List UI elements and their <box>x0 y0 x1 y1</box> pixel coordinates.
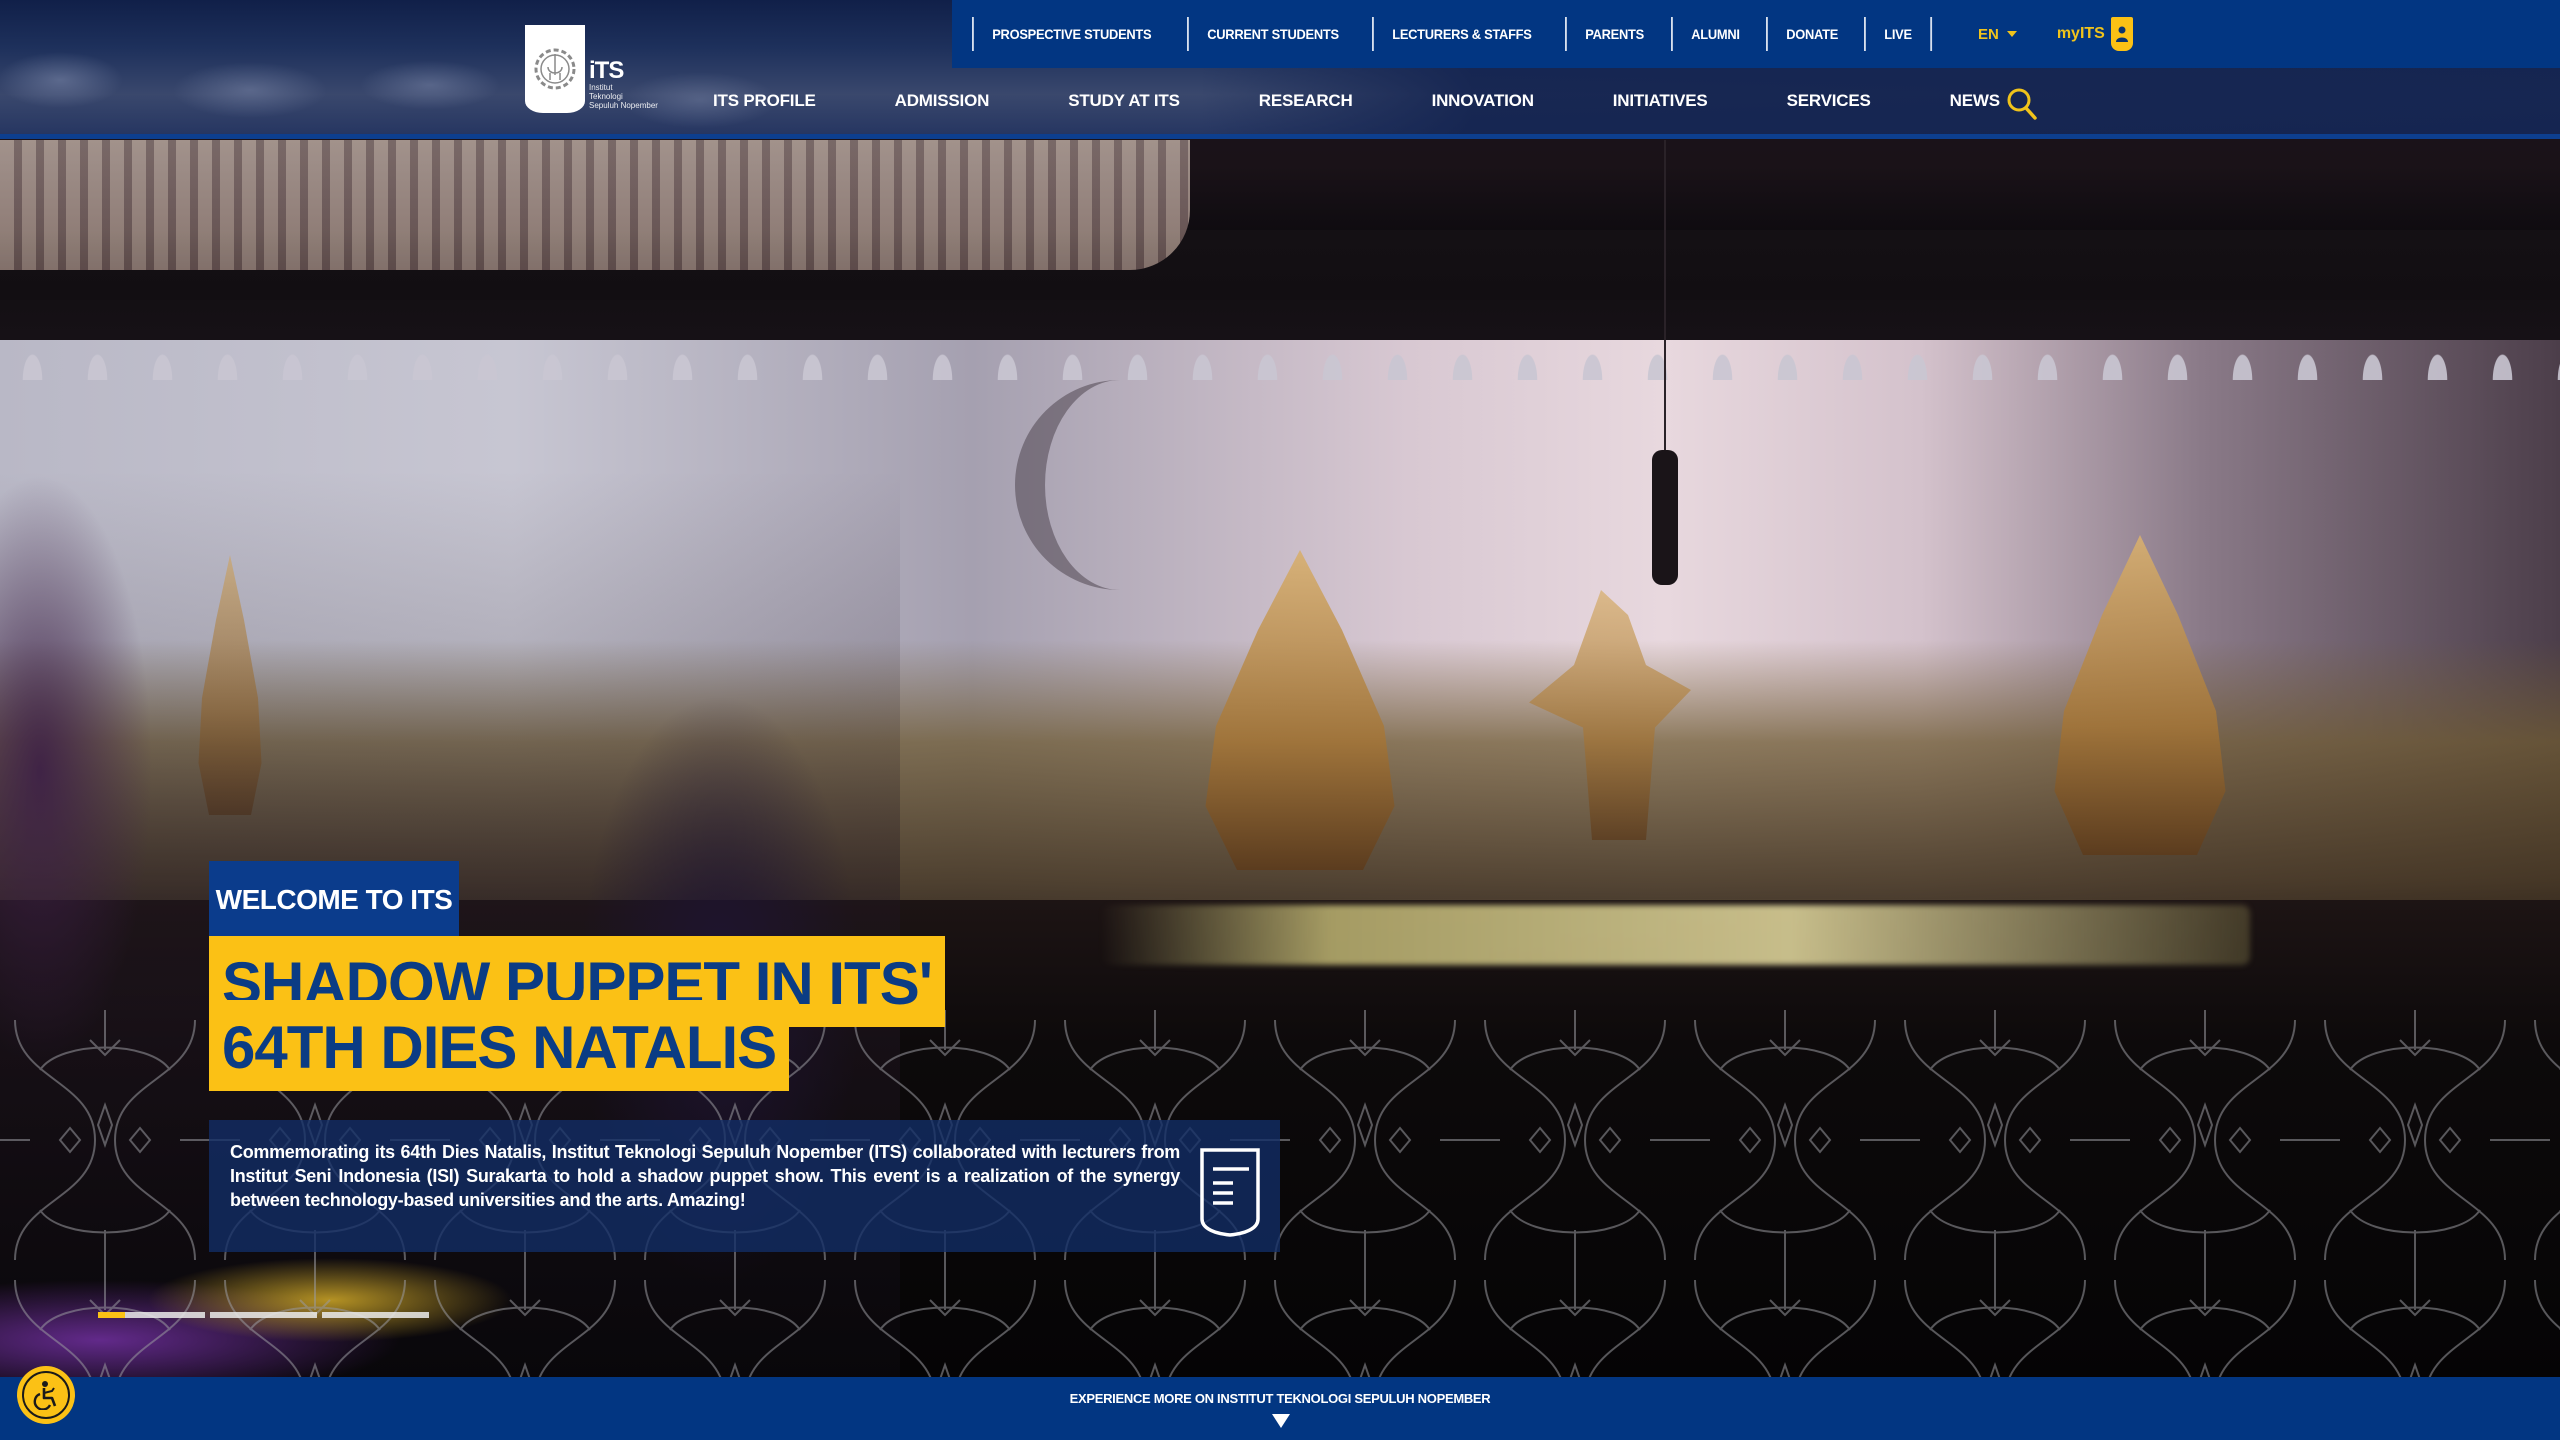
its-logo[interactable]: iTS Institut Teknologi Sepuluh Nopember <box>525 25 670 113</box>
link-prospective-students[interactable]: PROSPECTIVE STUDENTS <box>972 17 1170 51</box>
link-live[interactable]: LIVE <box>1864 17 1933 51</box>
photo-curtain <box>0 300 2560 340</box>
scroll-down-arrow-icon[interactable] <box>1272 1414 1290 1428</box>
its-emblem-icon <box>525 25 585 113</box>
wheelchair-icon <box>33 1381 57 1410</box>
utility-nav: PROSPECTIVE STUDENTS CURRENT STUDENTS LE… <box>952 0 2560 68</box>
hero-description: Commemorating its 64th Dies Natalis, Ins… <box>230 1142 1180 1210</box>
nav-admission[interactable]: ADMISSION <box>895 91 990 111</box>
search-icon <box>2007 88 2037 120</box>
accessibility-button[interactable] <box>17 1366 75 1424</box>
explore-bar: EXPERIENCE MORE ON INSTITUT TEKNOLOGI SE… <box>0 1377 2560 1440</box>
accessibility-ring <box>22 1371 70 1419</box>
caret-down-icon <box>2006 31 2017 37</box>
language-label: EN <box>1977 25 1999 43</box>
explore-more-link[interactable]: EXPERIENCE MORE ON INSTITUT TEKNOLOGI SE… <box>1070 1391 1491 1406</box>
slide-indicator[interactable] <box>210 1312 317 1318</box>
nav-services[interactable]: SERVICES <box>1787 91 1871 111</box>
header-divider <box>0 134 2560 139</box>
link-donate[interactable]: DONATE <box>1765 17 1856 51</box>
logo-line-3: Sepuluh Nopember <box>589 101 658 110</box>
user-icon <box>2110 17 2133 51</box>
photo-mic-wire <box>1664 140 1666 460</box>
nav-news[interactable]: NEWS <box>1950 91 2000 111</box>
nav-research[interactable]: RESEARCH <box>1259 91 1353 111</box>
link-current-students[interactable]: CURRENT STUDENTS <box>1186 17 1357 51</box>
slide-progress <box>98 1312 429 1318</box>
nav-initiatives[interactable]: INITIATIVES <box>1613 91 1708 111</box>
logo-line-1: Institut <box>589 83 613 92</box>
welcome-label: WELCOME TO ITS <box>209 861 459 938</box>
logo-line-2: Teknologi <box>589 92 623 101</box>
read-more-button[interactable] <box>1199 1147 1261 1237</box>
link-lecturers-staffs[interactable]: LECTURERS & STAFFS <box>1371 17 1550 51</box>
slide-progress-fill <box>98 1312 125 1318</box>
hero-headline[interactable]: SHADOW PUPPET IN ITS' 64TH DIES NATALIS <box>209 936 1079 1091</box>
main-nav: ITS PROFILE ADMISSION STUDY AT ITS RESEA… <box>713 84 2000 118</box>
slide-indicator[interactable] <box>322 1312 429 1318</box>
slide-indicator[interactable] <box>98 1312 205 1318</box>
hero-description-box: Commemorating its 64th Dies Natalis, Ins… <box>209 1120 1280 1252</box>
nav-innovation[interactable]: INNOVATION <box>1432 91 1534 111</box>
nav-study-at-its[interactable]: STUDY AT ITS <box>1068 91 1180 111</box>
hero-headline-text[interactable]: SHADOW PUPPET IN ITS' 64TH DIES NATALIS <box>209 936 945 1091</box>
document-icon <box>1200 1148 1260 1237</box>
myits-label: myITS <box>2056 25 2105 42</box>
link-alumni[interactable]: ALUMNI <box>1671 17 1758 51</box>
photo-ornate-frame <box>0 140 1190 270</box>
link-parents[interactable]: PARENTS <box>1565 17 1662 51</box>
logo-wordmark: iTS Institut Teknologi Sepuluh Nopember <box>589 57 658 111</box>
photo-stage-light <box>1100 905 2250 965</box>
logo-short-name: iTS <box>589 57 624 84</box>
photo-microphone <box>1652 450 1678 585</box>
audience-links: PROSPECTIVE STUDENTS CURRENT STUDENTS LE… <box>972 17 1938 51</box>
search-button[interactable] <box>2006 87 2038 121</box>
language-selector[interactable]: EN <box>1978 26 2017 43</box>
nav-its-profile[interactable]: ITS PROFILE <box>713 91 816 111</box>
myits-login-button[interactable]: myITS <box>2057 17 2133 51</box>
